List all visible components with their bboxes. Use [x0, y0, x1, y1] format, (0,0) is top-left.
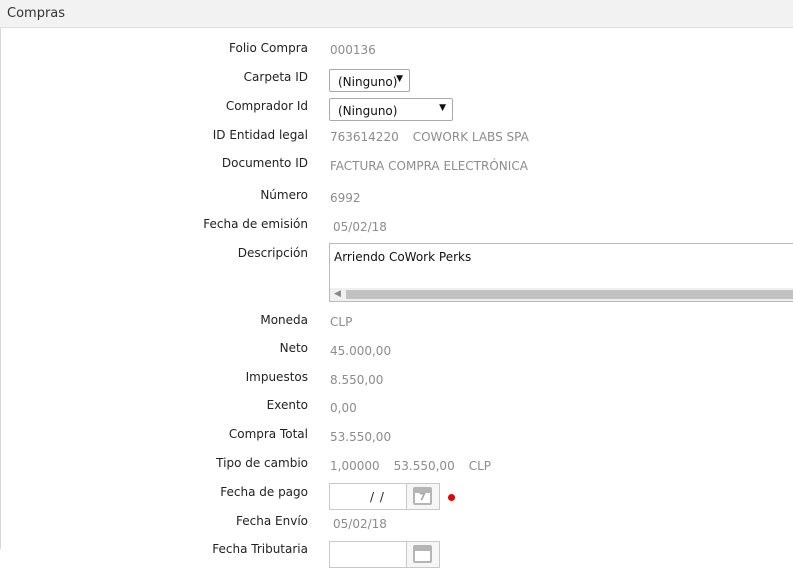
- id-entidad-legal-value: 763614220 COWORK LABS SPA: [330, 130, 529, 144]
- chevron-down-icon: ▼: [396, 74, 403, 84]
- fecha-emision-value: 05/02/18: [333, 220, 387, 234]
- numero-label: Número: [260, 188, 308, 202]
- comprador-id-selected: (Ninguno): [338, 104, 398, 118]
- documento-id-label: Documento ID: [221, 156, 308, 170]
- scroll-left-icon[interactable]: ◀: [334, 289, 341, 299]
- chevron-down-icon: ▼: [439, 103, 446, 113]
- required-indicator: [448, 494, 455, 501]
- fecha-pago-label: Fecha de pago: [220, 485, 308, 499]
- moneda-label: Moneda: [260, 313, 308, 327]
- entidad-name: COWORK LABS SPA: [412, 130, 529, 144]
- carpeta-id-selected: (Ninguno): [338, 75, 398, 89]
- fecha-envio-label: Fecha Envío: [236, 514, 308, 528]
- tipo-cambio-rate: 1,00000: [330, 459, 380, 473]
- exento-label: Exento: [266, 398, 308, 412]
- carpeta-id-label: Carpeta ID: [243, 70, 308, 84]
- horizontal-scrollbar[interactable]: ◀: [330, 288, 793, 301]
- panel-title: Compras: [7, 6, 66, 21]
- calendar-icon: [413, 545, 432, 563]
- calendar-button[interactable]: 7: [406, 484, 439, 509]
- comprador-id-select[interactable]: (Ninguno) ▼: [329, 98, 453, 121]
- carpeta-id-select[interactable]: (Ninguno) ▼: [329, 69, 410, 92]
- fecha-pago-input[interactable]: / / 7: [329, 483, 440, 510]
- compra-total-value: 53.550,00: [330, 430, 392, 444]
- fecha-tributaria-input[interactable]: [329, 541, 440, 568]
- tipo-cambio-label: Tipo de cambio: [216, 456, 308, 470]
- scrollbar-thumb[interactable]: [346, 290, 793, 299]
- neto-label: Neto: [279, 341, 308, 355]
- calendar-day: 7: [419, 492, 426, 503]
- neto-value: 45.000,00: [330, 344, 392, 358]
- moneda-value: CLP: [330, 315, 353, 329]
- tipo-cambio-amount: 53.550,00: [393, 459, 455, 473]
- fecha-envio-value: 05/02/18: [333, 517, 387, 531]
- exento-value: 0,00: [330, 401, 357, 415]
- entidad-rut: 763614220: [330, 130, 399, 144]
- fecha-tributaria-label: Fecha Tributaria: [212, 542, 308, 556]
- id-entidad-legal-label: ID Entidad legal: [212, 128, 308, 142]
- tipo-cambio-value: 1,00000 53.550,00 CLP: [330, 459, 491, 473]
- tipo-cambio-currency: CLP: [468, 459, 492, 473]
- comprador-id-label: Comprador Id: [225, 99, 308, 113]
- compra-total-label: Compra Total: [228, 427, 308, 441]
- documento-id-value: FACTURA COMPRA ELECTRÓNICA: [330, 159, 528, 173]
- impuestos-value: 8.550,00: [330, 373, 384, 387]
- folio-compra-label: Folio Compra: [229, 41, 308, 55]
- numero-value: 6992: [330, 191, 361, 205]
- descripcion-textarea[interactable]: Arriendo CoWork Perks ◀: [329, 243, 793, 302]
- calendar-button[interactable]: [406, 542, 439, 567]
- calendar-icon: 7: [413, 487, 432, 505]
- panel-header: Compras: [0, 0, 793, 28]
- folio-compra-value: 000136: [330, 43, 376, 57]
- descripcion-text: Arriendo CoWork Perks: [334, 250, 472, 264]
- descripcion-label: Descripción: [237, 246, 308, 260]
- fecha-pago-value: / /: [370, 490, 385, 504]
- fecha-emision-label: Fecha de emisión: [203, 217, 308, 231]
- impuestos-label: Impuestos: [245, 370, 308, 384]
